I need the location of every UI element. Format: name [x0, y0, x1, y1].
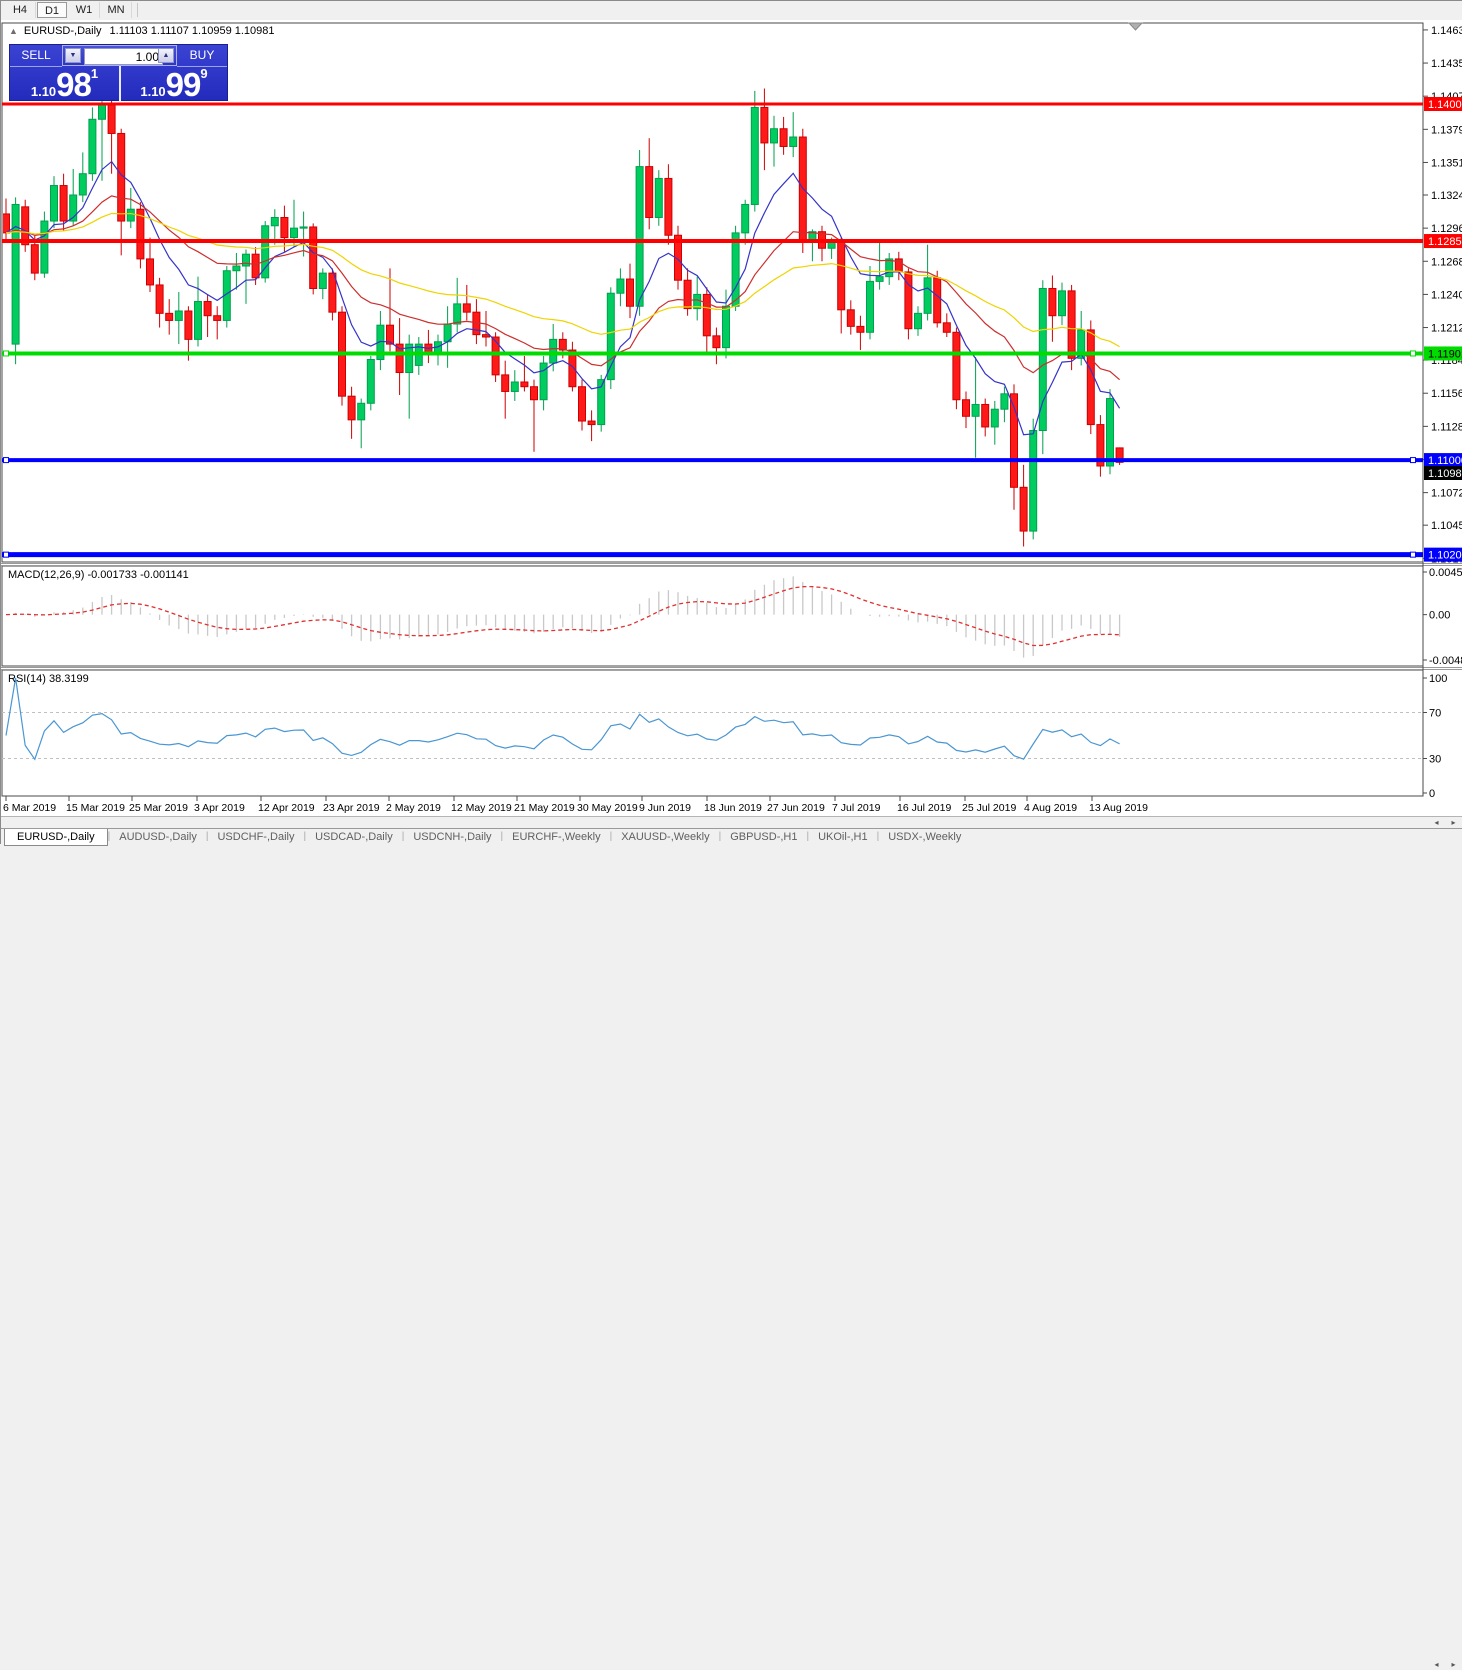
sell-price-panel[interactable]: 1.10981	[10, 66, 121, 101]
tab-usdchf-daily[interactable]: USDCHF-,Daily	[208, 829, 303, 845]
toolbar-divider	[137, 3, 138, 17]
sell-price-big: 98	[56, 66, 91, 103]
chart-ohlc-values: 1.11103 1.11107 1.10959 1.10981	[110, 25, 275, 37]
sell-button[interactable]: SELL	[10, 45, 62, 67]
svg-text:1.12120: 1.12120	[1431, 323, 1462, 335]
svg-text:1.11000: 1.11000	[1428, 455, 1462, 467]
svg-text:1.12680: 1.12680	[1431, 256, 1462, 268]
svg-text:0.004517: 0.004517	[1429, 567, 1462, 579]
buy-price-pip: 9	[200, 66, 207, 81]
svg-text:4 Aug 2019: 4 Aug 2019	[1024, 802, 1077, 814]
chart-symbol-label: EURUSD-,Daily	[24, 25, 102, 37]
svg-text:18 Jun 2019: 18 Jun 2019	[704, 802, 762, 814]
svg-text:12 May 2019: 12 May 2019	[451, 802, 512, 814]
svg-text:13 Aug 2019: 13 Aug 2019	[1089, 802, 1148, 814]
svg-text:0: 0	[1429, 788, 1435, 800]
svg-text:1.10201: 1.10201	[1428, 550, 1462, 562]
volume-decrease-icon[interactable]: ▼	[65, 48, 81, 63]
sell-price-prefix: 1.10	[31, 84, 56, 99]
svg-text:16 Jul 2019: 16 Jul 2019	[897, 802, 951, 814]
svg-text:12 Apr 2019: 12 Apr 2019	[258, 802, 315, 814]
tab-list: EURUSD-,Daily|AUDUSD-,Daily|USDCHF-,Dail…	[4, 829, 970, 846]
svg-text:1.14635: 1.14635	[1431, 25, 1462, 37]
tab-scroll-right-icon[interactable]: ▸	[1446, 1660, 1461, 1670]
svg-text:1.13795: 1.13795	[1431, 124, 1462, 136]
svg-text:1.11565: 1.11565	[1431, 388, 1462, 400]
svg-text:25 Mar 2019: 25 Mar 2019	[129, 802, 188, 814]
svg-text:21 May 2019: 21 May 2019	[514, 802, 575, 814]
svg-text:7 Jul 2019: 7 Jul 2019	[832, 802, 881, 814]
application-window: H4 D1 W1 MN ▲ EURUSD-,Daily 1.11103 1.1110…	[0, 0, 1462, 844]
scroll-right-icon[interactable]: ▸	[1446, 818, 1461, 828]
timeframe-toolbar: H4 D1 W1 MN	[1, 1, 1462, 21]
timeframe-button-mn[interactable]: MN	[101, 2, 132, 18]
svg-text:1.12851: 1.12851	[1428, 236, 1462, 248]
svg-text:1.10450: 1.10450	[1431, 520, 1462, 532]
svg-text:1.11901: 1.11901	[1428, 348, 1462, 360]
tab-ukoil-h1[interactable]: UKOil-,H1	[809, 829, 877, 845]
svg-text:1.10725: 1.10725	[1431, 488, 1462, 500]
svg-text:70: 70	[1429, 708, 1441, 720]
timeframe-button-d1[interactable]: D1	[37, 2, 67, 18]
buy-price-big: 99	[166, 66, 201, 103]
svg-text:1.11285: 1.11285	[1431, 421, 1462, 433]
buy-price-panel[interactable]: 1.10999	[121, 66, 227, 101]
timeframe-button-h4[interactable]: H4	[5, 2, 36, 18]
chart-canvas[interactable]: 1.146351.143551.140751.137951.135151.132…	[1, 20, 1462, 816]
svg-text:-0.004806: -0.004806	[1429, 655, 1462, 667]
tab-scroll-left-icon[interactable]: ◂	[1429, 1660, 1444, 1670]
svg-text:25 Jul 2019: 25 Jul 2019	[962, 802, 1016, 814]
svg-text:27 Jun 2019: 27 Jun 2019	[767, 802, 825, 814]
svg-text:6 Mar 2019: 6 Mar 2019	[3, 802, 56, 814]
rsi-indicator-label: RSI(14) 38.3199	[8, 673, 89, 685]
tab-eurusd-daily[interactable]: EURUSD-,Daily	[4, 829, 108, 846]
svg-text:1.12400: 1.12400	[1431, 289, 1462, 301]
scroll-left-icon[interactable]: ◂	[1429, 818, 1444, 828]
svg-text:1.13515: 1.13515	[1431, 157, 1462, 169]
svg-text:23 Apr 2019: 23 Apr 2019	[323, 802, 380, 814]
volume-increase-icon[interactable]: ▲	[158, 48, 174, 63]
svg-text:15 Mar 2019: 15 Mar 2019	[66, 802, 125, 814]
chart-tab-bar: EURUSD-,Daily|AUDUSD-,Daily|USDCHF-,Dail…	[1, 828, 1462, 845]
tab-audusd-daily[interactable]: AUDUSD-,Daily	[110, 829, 206, 845]
svg-text:100: 100	[1429, 673, 1447, 685]
svg-text:3 Apr 2019: 3 Apr 2019	[194, 802, 245, 814]
buy-button[interactable]: BUY	[177, 45, 227, 67]
tab-usdcad-daily[interactable]: USDCAD-,Daily	[306, 829, 402, 845]
svg-text:1.14355: 1.14355	[1431, 58, 1462, 70]
macd-indicator-label: MACD(12,26,9) -0.001733 -0.001141	[8, 569, 189, 581]
svg-text:1.13240: 1.13240	[1431, 190, 1462, 202]
collapse-arrow-icon[interactable]: ▲	[9, 26, 18, 36]
one-click-trading-panel: SELL ▼ ▲ BUY 1.10981 1.10999	[9, 44, 228, 101]
svg-text:0.00: 0.00	[1429, 610, 1450, 622]
svg-text:1.12960: 1.12960	[1431, 223, 1462, 235]
tab-eurchf-weekly[interactable]: EURCHF-,Weekly	[503, 829, 609, 845]
tab-usdcnh-daily[interactable]: USDCNH-,Daily	[404, 829, 500, 845]
sell-price-pip: 1	[91, 66, 98, 81]
timeframe-button-w1[interactable]: W1	[69, 2, 100, 18]
svg-text:1.10981: 1.10981	[1428, 468, 1462, 480]
svg-text:1.14009: 1.14009	[1428, 99, 1462, 111]
volume-control: ▼ ▲	[62, 45, 177, 66]
tab-usdx-weekly[interactable]: USDX-,Weekly	[879, 829, 970, 845]
chart-title: ▲ EURUSD-,Daily 1.11103 1.11107 1.10959 1.…	[9, 25, 275, 38]
tab-gbpusd-h1[interactable]: GBPUSD-,H1	[721, 829, 806, 845]
svg-text:2 May 2019: 2 May 2019	[386, 802, 441, 814]
svg-text:30 May 2019: 30 May 2019	[577, 802, 638, 814]
volume-input[interactable]	[84, 48, 163, 65]
tab-xauusd-weekly[interactable]: XAUUSD-,Weekly	[612, 829, 718, 845]
buy-price-prefix: 1.10	[140, 84, 165, 99]
svg-text:9 Jun 2019: 9 Jun 2019	[639, 802, 691, 814]
svg-text:30: 30	[1429, 754, 1441, 766]
